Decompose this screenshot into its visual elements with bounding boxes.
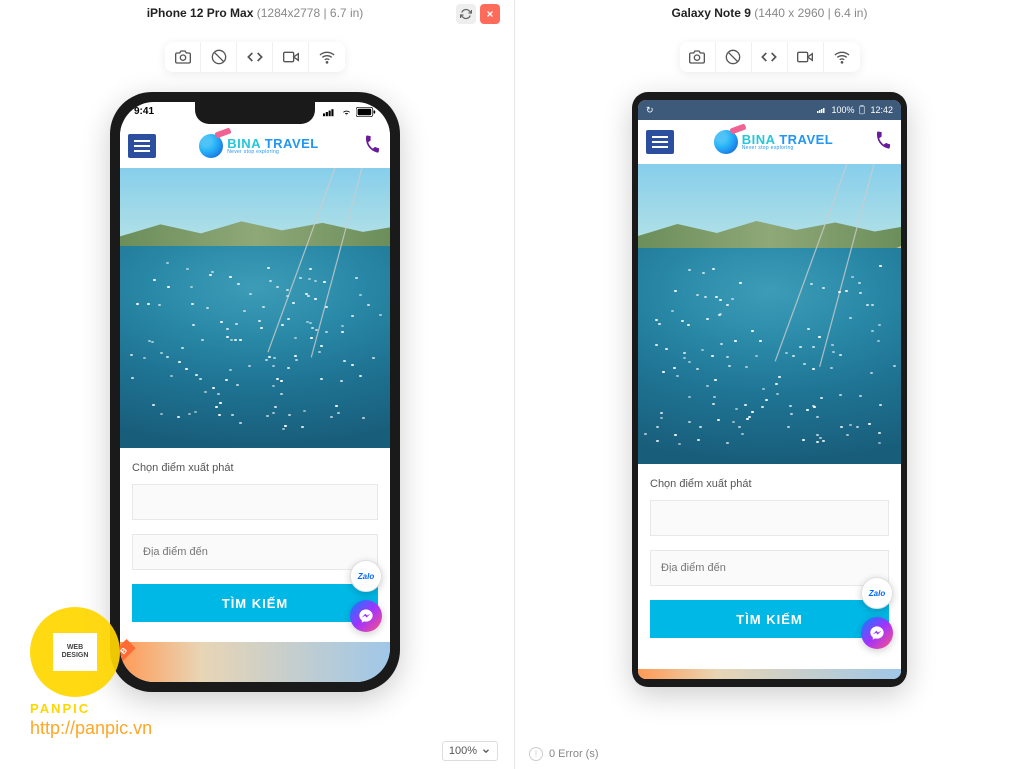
code-button[interactable]: [752, 42, 788, 72]
wifi-button[interactable]: [824, 42, 860, 72]
iphone-device-frame: 9:41 BINA TRAVEL Never stop exploring: [110, 92, 400, 692]
iphone-notch: [195, 102, 315, 124]
zalo-chat-button[interactable]: Zalo: [861, 577, 893, 609]
app-header: BINA TRAVEL Never stop exploring: [638, 120, 901, 164]
brand-logo[interactable]: BINA TRAVEL Never stop exploring: [199, 134, 318, 158]
destination-input[interactable]: Địa điểm đến: [650, 550, 889, 586]
menu-button[interactable]: [646, 130, 674, 154]
refresh-button[interactable]: [456, 4, 476, 24]
galaxy-device-frame: ↻ 100% 12:42 BINA TRAVEL Never stop expl…: [632, 92, 907, 687]
departure-input[interactable]: [650, 500, 889, 536]
departure-input[interactable]: [132, 484, 378, 520]
screenshot-button[interactable]: [680, 42, 716, 72]
messenger-chat-button[interactable]: [350, 600, 382, 632]
wifi-button[interactable]: [309, 42, 345, 72]
promo-banner[interactable]: [120, 642, 390, 682]
android-status-bar: ↻ 100% 12:42: [638, 100, 901, 120]
video-button[interactable]: [788, 42, 824, 72]
code-button[interactable]: [237, 42, 273, 72]
globe-icon: [199, 134, 223, 158]
messenger-chat-button[interactable]: [861, 617, 893, 649]
device-title-iphone: iPhone 12 Pro Max (1284x2778 | 6.7 in): [0, 0, 510, 22]
zalo-chat-button[interactable]: Zalo: [350, 560, 382, 592]
brand-logo[interactable]: BINA TRAVEL Never stop exploring: [714, 130, 833, 154]
search-button[interactable]: TÌM KIẾM: [650, 600, 889, 638]
video-button[interactable]: [273, 42, 309, 72]
destination-input[interactable]: Địa điểm đến: [132, 534, 378, 570]
loading-icon: ↻: [646, 105, 654, 116]
watermark: WEB DESIGN PANPIC http://panpic.vn: [30, 607, 152, 739]
departure-label: Chọn điểm xuất phát: [132, 462, 378, 474]
device-toolbar: [680, 42, 860, 72]
rotate-button[interactable]: [716, 42, 752, 72]
error-indicator[interactable]: ! 0 Error (s): [529, 747, 599, 761]
search-button[interactable]: TÌM KIẾM: [132, 584, 378, 622]
device-title-galaxy: Galaxy Note 9 (1440 x 2960 | 6.4 in): [515, 0, 1024, 22]
rotate-button[interactable]: [201, 42, 237, 72]
screenshot-button[interactable]: [165, 42, 201, 72]
device-toolbar: [165, 42, 345, 72]
zoom-control[interactable]: 100%: [442, 741, 498, 761]
hero-image: [638, 164, 901, 464]
close-button[interactable]: [480, 4, 500, 24]
menu-button[interactable]: [128, 134, 156, 158]
phone-icon[interactable]: [360, 132, 384, 160]
globe-icon: [714, 130, 738, 154]
departure-label: Chọn điểm xuất phát: [650, 478, 889, 490]
phone-icon[interactable]: [871, 128, 895, 156]
hero-image: [120, 168, 390, 448]
app-header: BINA TRAVEL Never stop exploring: [120, 124, 390, 168]
promo-banner[interactable]: [638, 669, 901, 679]
